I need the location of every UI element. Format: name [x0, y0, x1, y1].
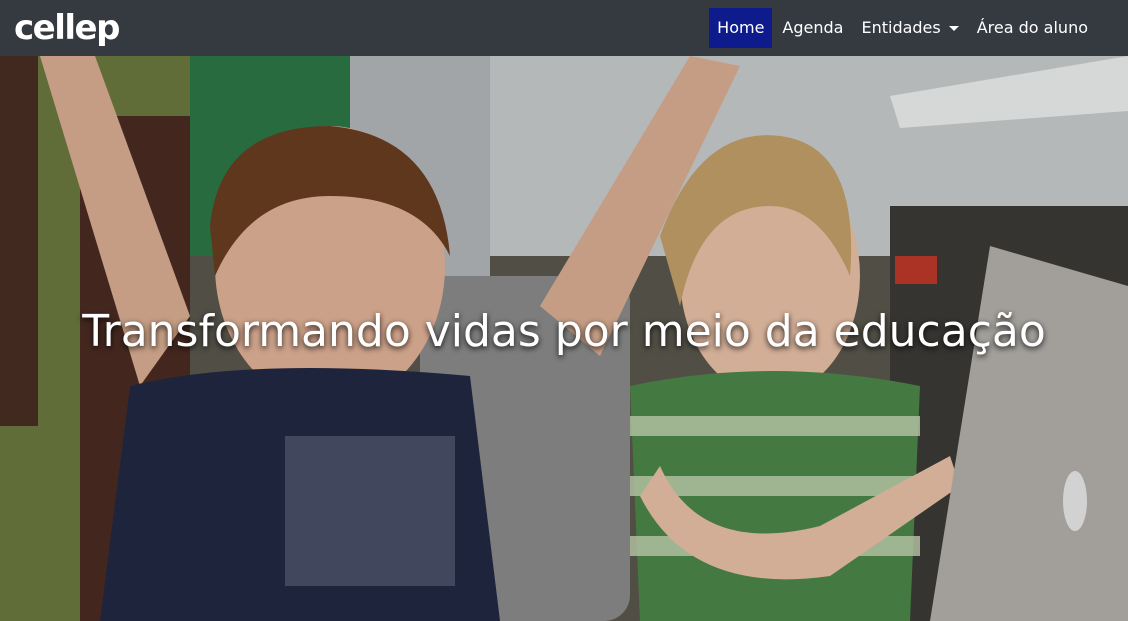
main-nav: Home Agenda Entidades Área do aluno	[709, 8, 1096, 48]
hero-banner: Transformando vidas por meio da educação	[0, 56, 1128, 621]
brand-logo[interactable]: cellep	[14, 5, 120, 51]
nav-item-entidades[interactable]: Entidades	[853, 8, 966, 48]
nav-item-entidades-label: Entidades	[861, 18, 941, 37]
chevron-down-icon	[948, 25, 959, 31]
nav-item-agenda[interactable]: Agenda	[774, 8, 851, 48]
nav-item-area-do-aluno[interactable]: Área do aluno	[969, 8, 1096, 48]
nav-item-home[interactable]: Home	[709, 8, 773, 48]
top-navbar: cellep Home Agenda Entidades Área do alu…	[0, 0, 1128, 56]
hero-headline: Transformando vidas por meio da educação	[82, 306, 1046, 357]
